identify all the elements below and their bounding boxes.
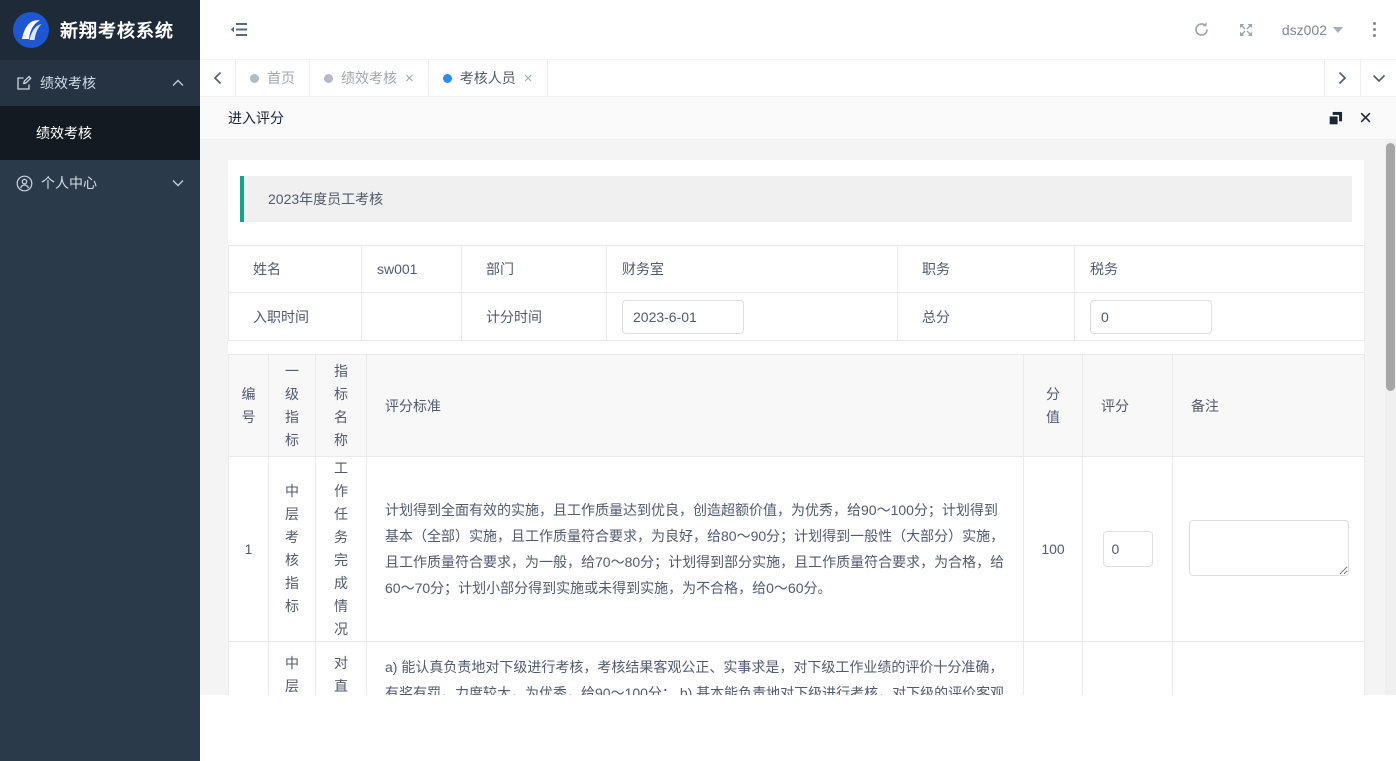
refresh-icon[interactable] xyxy=(1193,21,1210,38)
scrollbar-thumb[interactable] xyxy=(1386,143,1395,391)
cell-rating xyxy=(1083,642,1173,696)
tab-dot xyxy=(443,74,452,83)
sidebar-item-label: 个人中心 xyxy=(41,173,172,193)
table-row: 中层考核指标 对直线 a) 能认真负责地对下级进行考核，考核结果客观公正、实事求… xyxy=(229,642,1365,696)
username: dsz002 xyxy=(1282,22,1327,38)
dept-label: 部门 xyxy=(462,246,607,293)
edit-icon xyxy=(16,75,32,91)
cell-remark xyxy=(1173,642,1365,696)
cell-rating xyxy=(1083,457,1173,642)
user-icon xyxy=(16,175,33,192)
cell-score: 100 xyxy=(1024,457,1083,642)
cell-standard: 计划得到全面有效的实施，且工作质量达到优良，创造超额价值，为优秀，给90～100… xyxy=(367,457,1024,642)
score-time-label: 计分时间 xyxy=(462,293,607,341)
tab-dot xyxy=(324,74,333,83)
dept-value: 财务室 xyxy=(607,246,898,293)
kebab-menu-icon[interactable] xyxy=(1371,20,1378,39)
fullscreen-icon[interactable] xyxy=(1238,22,1254,38)
tab-close-icon[interactable]: × xyxy=(405,71,414,86)
app-logo-icon xyxy=(12,11,50,49)
sidebar-menu: 绩效考核 绩效考核 个人中心 xyxy=(0,60,200,206)
app-title: 新翔考核系统 xyxy=(60,17,174,43)
table-row: 1 中层考核指标 工作任务完成情况 计划得到全面有效的实施，且工作质量达到优良，… xyxy=(229,457,1365,642)
sidebar-subitem-performance[interactable]: 绩效考核 xyxy=(0,106,200,160)
hire-date-label: 入职时间 xyxy=(229,293,362,341)
tabs-list-dropdown-button[interactable] xyxy=(1360,60,1396,96)
scoring-table-header: 编号 一级指标 指标名称 评分标准 分值 评分 备注 xyxy=(229,355,1365,457)
dialog-header: 进入评分 × xyxy=(200,97,1396,140)
cell-indicator: 对直线 xyxy=(316,642,367,696)
maximize-icon[interactable] xyxy=(1328,111,1343,126)
sidebar-item-performance[interactable]: 绩效考核 xyxy=(0,60,200,106)
cell-remark xyxy=(1173,457,1365,642)
collapse-sidebar-icon[interactable] xyxy=(230,22,248,37)
tabs-scroll-right-button[interactable] xyxy=(1324,60,1360,96)
app-window: 新翔考核系统 绩效考核 绩效考核 xyxy=(0,0,1396,761)
close-icon[interactable]: × xyxy=(1359,107,1372,129)
tab-close-icon[interactable]: × xyxy=(524,71,533,86)
cell-standard: a) 能认真负责地对下级进行考核，考核结果客观公正、实事求是，对下级工作业绩的评… xyxy=(367,642,1024,696)
total-score-label: 总分 xyxy=(898,293,1075,341)
topbar: dsz002 xyxy=(200,0,1396,60)
tab-assessed-staff[interactable]: 考核人员 × xyxy=(429,60,548,96)
tab-home[interactable]: 首页 xyxy=(236,60,310,96)
tabs-scroll-left-button[interactable] xyxy=(200,60,236,96)
chevron-down-icon xyxy=(172,179,184,187)
tabbar: 首页 绩效考核 × 考核人员 × xyxy=(200,60,1396,97)
tab-label: 考核人员 xyxy=(460,68,516,88)
duty-value: 税务 xyxy=(1075,246,1365,293)
col-header-indicator: 指标名称 xyxy=(316,355,367,457)
info-row-2: 入职时间 计分时间 总分 xyxy=(229,293,1365,341)
col-header-no: 编号 xyxy=(229,355,269,457)
col-header-level1: 一级指标 xyxy=(269,355,316,457)
col-header-remark: 备注 xyxy=(1173,355,1365,457)
tab-label: 绩效考核 xyxy=(341,68,397,88)
dialog-title: 进入评分 xyxy=(228,108,284,128)
col-header-rating: 评分 xyxy=(1083,355,1173,457)
sidebar-item-personal-center[interactable]: 个人中心 xyxy=(0,160,200,206)
sidebar-item-label: 绩效考核 xyxy=(40,73,172,93)
tab-dot xyxy=(250,74,259,83)
sidebar-subitem-label: 绩效考核 xyxy=(36,123,92,143)
col-header-standard: 评分标准 xyxy=(367,355,1024,457)
assessment-card: 2023年度员工考核 姓名 sw001 部门 财务室 职务 税务 入职时间 xyxy=(228,160,1364,695)
cell-no xyxy=(229,642,269,696)
remark-textarea[interactable] xyxy=(1189,520,1349,576)
score-time-input[interactable] xyxy=(622,300,744,334)
hire-date-value xyxy=(362,293,462,341)
card-title: 2023年度员工考核 xyxy=(268,189,383,209)
cell-level1: 中层考核指标 xyxy=(269,457,316,642)
name-label: 姓名 xyxy=(229,246,362,293)
user-dropdown[interactable]: dsz002 xyxy=(1282,22,1343,38)
col-header-score: 分值 xyxy=(1024,355,1083,457)
caret-down-icon xyxy=(1333,27,1343,33)
info-row-1: 姓名 sw001 部门 财务室 职务 税务 xyxy=(229,246,1365,293)
tabbar-spacer xyxy=(548,60,1324,96)
logo-area: 新翔考核系统 xyxy=(0,0,200,60)
chevron-up-icon xyxy=(172,79,184,87)
total-score-input[interactable] xyxy=(1090,300,1212,334)
tab-label: 首页 xyxy=(267,68,295,88)
rating-input[interactable] xyxy=(1103,531,1153,567)
sidebar: 新翔考核系统 绩效考核 绩效考核 xyxy=(0,0,200,761)
cell-level1: 中层考核指标 xyxy=(269,642,316,696)
employee-info-table: 姓名 sw001 部门 财务室 职务 税务 入职时间 计分时间 总分 xyxy=(228,245,1365,341)
card-title-bar: 2023年度员工考核 xyxy=(240,176,1352,222)
cell-no: 1 xyxy=(229,457,269,642)
duty-label: 职务 xyxy=(898,246,1075,293)
dialog-body: 2023年度员工考核 姓名 sw001 部门 财务室 职务 税务 入职时间 xyxy=(200,140,1396,695)
content-bottom-spacer xyxy=(200,695,1396,761)
name-value: sw001 xyxy=(362,246,462,293)
cell-score xyxy=(1024,642,1083,696)
tab-performance[interactable]: 绩效考核 × xyxy=(310,60,429,96)
main-area: dsz002 首页 绩效考核 × 考核人员 × xyxy=(200,0,1396,761)
scrollbar[interactable] xyxy=(1385,140,1396,695)
scoring-table: 编号 一级指标 指标名称 评分标准 分值 评分 备注 1 中层考核指标 工作任务… xyxy=(228,354,1365,695)
cell-indicator: 工作任务完成情况 xyxy=(316,457,367,642)
